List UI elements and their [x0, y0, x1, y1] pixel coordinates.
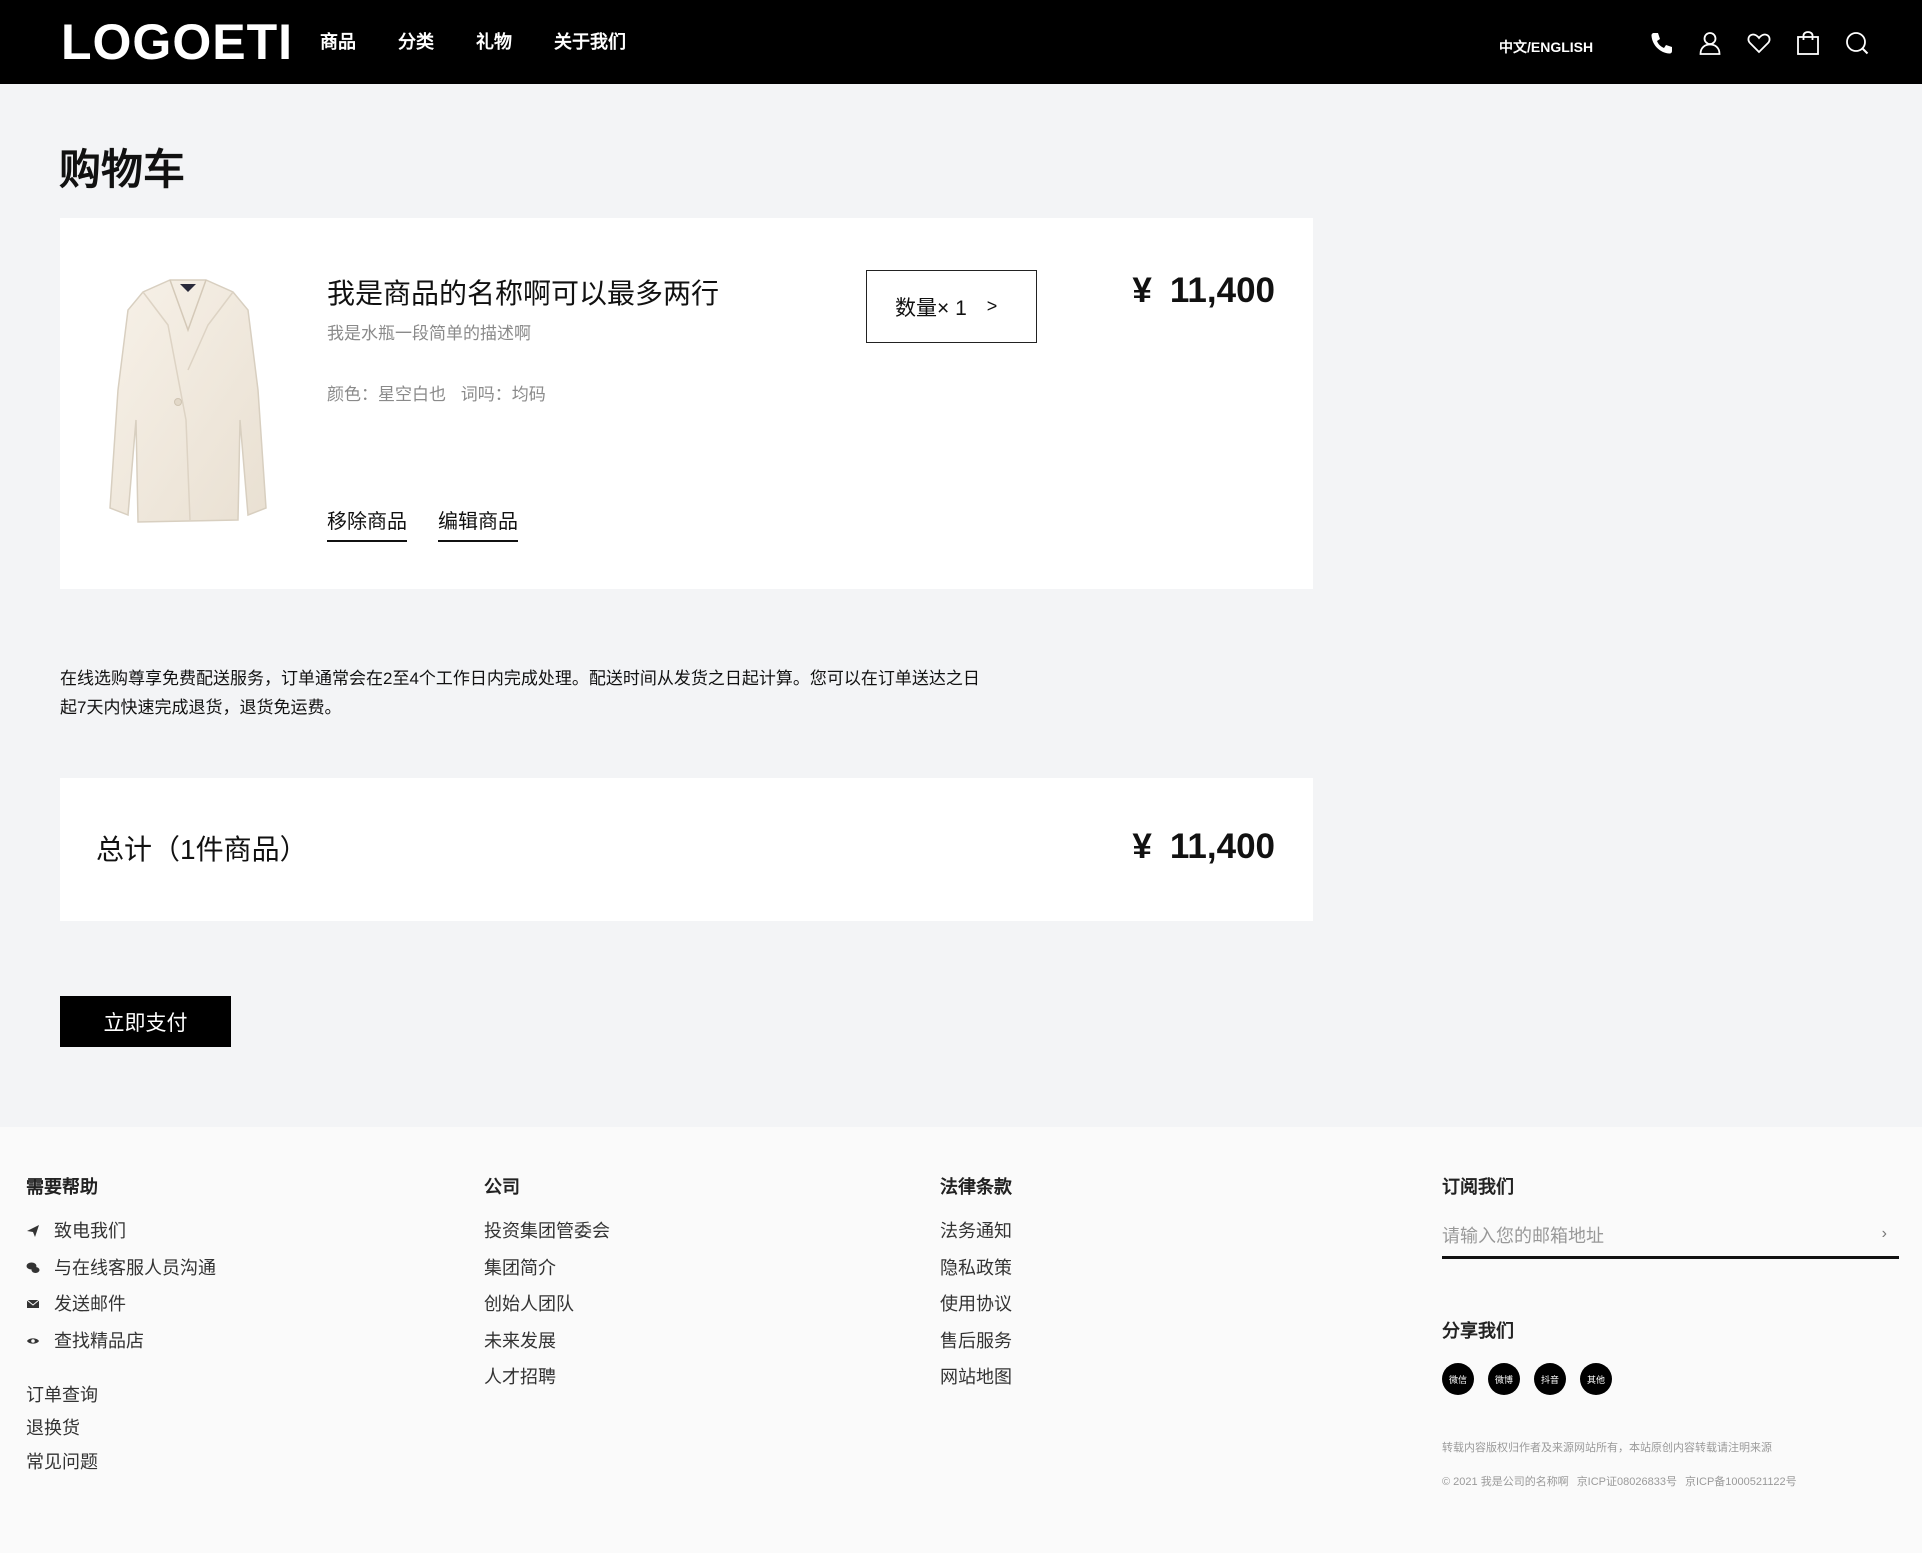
copyright-notice: 转载内容版权归作者及来源网站所有，本站原创内容转载请注明来源 — [1442, 1442, 1772, 1454]
total-label: 总计（1件商品） — [96, 834, 308, 865]
email-field[interactable] — [1442, 1219, 1862, 1253]
user-icon[interactable] — [1697, 30, 1723, 56]
footer-order-query[interactable]: 订单查询 — [26, 1383, 216, 1407]
product-name[interactable]: 我是商品的名称啊可以最多两行 — [327, 276, 719, 312]
product-attributes: 颜色：星空白也 词吗：均码 — [327, 380, 556, 405]
copyright-company: © 2021 我是公司的名称啊 — [1442, 1476, 1569, 1488]
bag-icon[interactable] — [1795, 30, 1821, 56]
chevron-right-icon: > — [986, 296, 998, 316]
item-price-value: 11,400 — [1169, 271, 1275, 310]
cart-item-card: 我是商品的名称啊可以最多两行 我是水瓶一段简单的描述啊 颜色：星空白也 词吗：均… — [60, 218, 1313, 589]
header-icons — [1648, 30, 1893, 56]
remove-item-link[interactable]: 移除商品 — [327, 505, 407, 542]
footer-subscribe-column: 订阅我们 › 分享我们 微信 微博 抖音 其他 转载内容版权归作者及来源网站所有… — [1442, 1175, 1899, 1489]
share-icons: 微信 微博 抖音 其他 — [1442, 1363, 1899, 1395]
shipping-notice-line-1: 在线选购尊享免费配送服务，订单通常会在2至4个工作日内完成处理。配送时间从发货之… — [60, 669, 980, 688]
search-icon[interactable] — [1844, 30, 1870, 56]
footer-company-title: 公司 — [484, 1177, 520, 1197]
wechat-icon[interactable]: 微信 — [1442, 1363, 1474, 1395]
footer-legal-title: 法律条款 — [940, 1177, 1012, 1197]
quantity-label: 数量× 1 — [895, 296, 967, 320]
item-price: ¥11,400 — [1132, 270, 1275, 312]
nav-item-gifts[interactable]: 礼物 — [476, 30, 512, 54]
total-price: ¥11,400 — [1132, 826, 1275, 868]
language-switch[interactable]: 中文/ENGLISH — [1499, 37, 1593, 57]
footer-legal-link[interactable]: 法务通知 — [940, 1219, 1012, 1243]
footer-company-link[interactable]: 集团简介 — [484, 1256, 610, 1280]
footer: 需要帮助 致电我们 与在线客服人员沟通 发送邮件 查找精品店 订单查询 退换货 … — [0, 1127, 1922, 1553]
product-color: 颜色：星空白也 — [327, 385, 446, 404]
footer-company-column: 公司 投资集团管委会 集团简介 创始人团队 未来发展 人才招聘 — [484, 1175, 610, 1402]
copyright-line: © 2021 我是公司的名称啊 京ICP证08026833号 京ICP备100052… — [1442, 1475, 1899, 1489]
page-title: 购物车 — [59, 146, 186, 193]
footer-share-title: 分享我们 — [1442, 1321, 1514, 1341]
footer-find-store[interactable]: 查找精品店 — [26, 1329, 216, 1353]
mail-icon — [26, 1297, 40, 1311]
send-icon — [26, 1224, 40, 1238]
subscribe-form: › — [1442, 1219, 1899, 1259]
logo[interactable]: LOGOETI — [61, 12, 293, 72]
shipping-notice: 在线选购尊享免费配送服务，订单通常会在2至4个工作日内完成处理。配送时间从发货之… — [60, 664, 1050, 722]
phone-icon[interactable] — [1648, 30, 1674, 56]
product-description: 我是水瓶一段简单的描述啊 — [327, 324, 531, 343]
footer-find-store-label: 查找精品店 — [54, 1330, 144, 1351]
icp-license[interactable]: 京ICP证08026833号 — [1577, 1476, 1677, 1488]
weibo-icon[interactable]: 微博 — [1488, 1363, 1520, 1395]
footer-company-link[interactable]: 创始人团队 — [484, 1292, 610, 1316]
footer-legal-link[interactable]: 使用协议 — [940, 1292, 1012, 1316]
douyin-icon[interactable]: 抖音 — [1534, 1363, 1566, 1395]
order-total-card: 总计（1件商品） ¥11,400 — [60, 778, 1313, 921]
footer-call-us-label: 致电我们 — [54, 1221, 126, 1241]
currency-symbol: ¥ — [1132, 271, 1152, 310]
nav-item-products[interactable]: 商品 — [320, 30, 356, 54]
footer-company-link[interactable]: 人才招聘 — [484, 1365, 610, 1389]
footer-legal-link[interactable]: 网站地图 — [940, 1365, 1012, 1389]
footer-call-us[interactable]: 致电我们 — [26, 1219, 216, 1243]
footer-live-chat-label: 与在线客服人员沟通 — [54, 1257, 216, 1278]
shipping-notice-line-2: 起7天内快速完成退货，退货免运费。 — [60, 698, 342, 717]
footer-help-column: 需要帮助 致电我们 与在线客服人员沟通 发送邮件 查找精品店 订单查询 退换货 … — [26, 1175, 216, 1483]
top-header: LOGOETI 商品 分类 礼物 关于我们 中文/ENGLISH — [0, 0, 1922, 84]
pay-now-button[interactable]: 立即支付 — [60, 996, 231, 1047]
footer-help-title: 需要帮助 — [26, 1177, 98, 1197]
footer-company-link[interactable]: 投资集团管委会 — [484, 1219, 610, 1243]
footer-send-email-label: 发送邮件 — [54, 1294, 126, 1314]
nav-item-about[interactable]: 关于我们 — [554, 30, 626, 54]
chevron-right-icon[interactable]: › — [1882, 1225, 1887, 1243]
currency-symbol: ¥ — [1132, 827, 1152, 866]
eye-icon — [26, 1334, 40, 1348]
footer-live-chat[interactable]: 与在线客服人员沟通 — [26, 1256, 216, 1280]
quantity-selector[interactable]: 数量× 1 > — [866, 270, 1037, 343]
footer-legal-column: 法律条款 法务通知 隐私政策 使用协议 售后服务 网站地图 — [940, 1175, 1012, 1402]
footer-legal-link[interactable]: 售后服务 — [940, 1329, 1012, 1353]
icp-record[interactable]: 京ICP备1000521122号 — [1685, 1476, 1797, 1488]
heart-icon[interactable] — [1746, 30, 1772, 56]
footer-company-link[interactable]: 未来发展 — [484, 1329, 610, 1353]
nav-item-categories[interactable]: 分类 — [398, 30, 434, 54]
footer-returns[interactable]: 退换货 — [26, 1416, 216, 1440]
footer-legal-link[interactable]: 隐私政策 — [940, 1256, 1012, 1280]
footer-subscribe-title: 订阅我们 — [1442, 1177, 1514, 1197]
edit-item-link[interactable]: 编辑商品 — [438, 505, 518, 542]
product-size: 词吗：均码 — [460, 385, 546, 404]
footer-send-email[interactable]: 发送邮件 — [26, 1292, 216, 1316]
total-price-value: 11,400 — [1169, 827, 1275, 866]
main-nav: 商品 分类 礼物 关于我们 — [320, 30, 668, 54]
footer-faq[interactable]: 常见问题 — [26, 1450, 216, 1474]
product-image[interactable] — [98, 270, 278, 535]
other-share-icon[interactable]: 其他 — [1580, 1363, 1612, 1395]
chat-icon — [26, 1261, 40, 1275]
